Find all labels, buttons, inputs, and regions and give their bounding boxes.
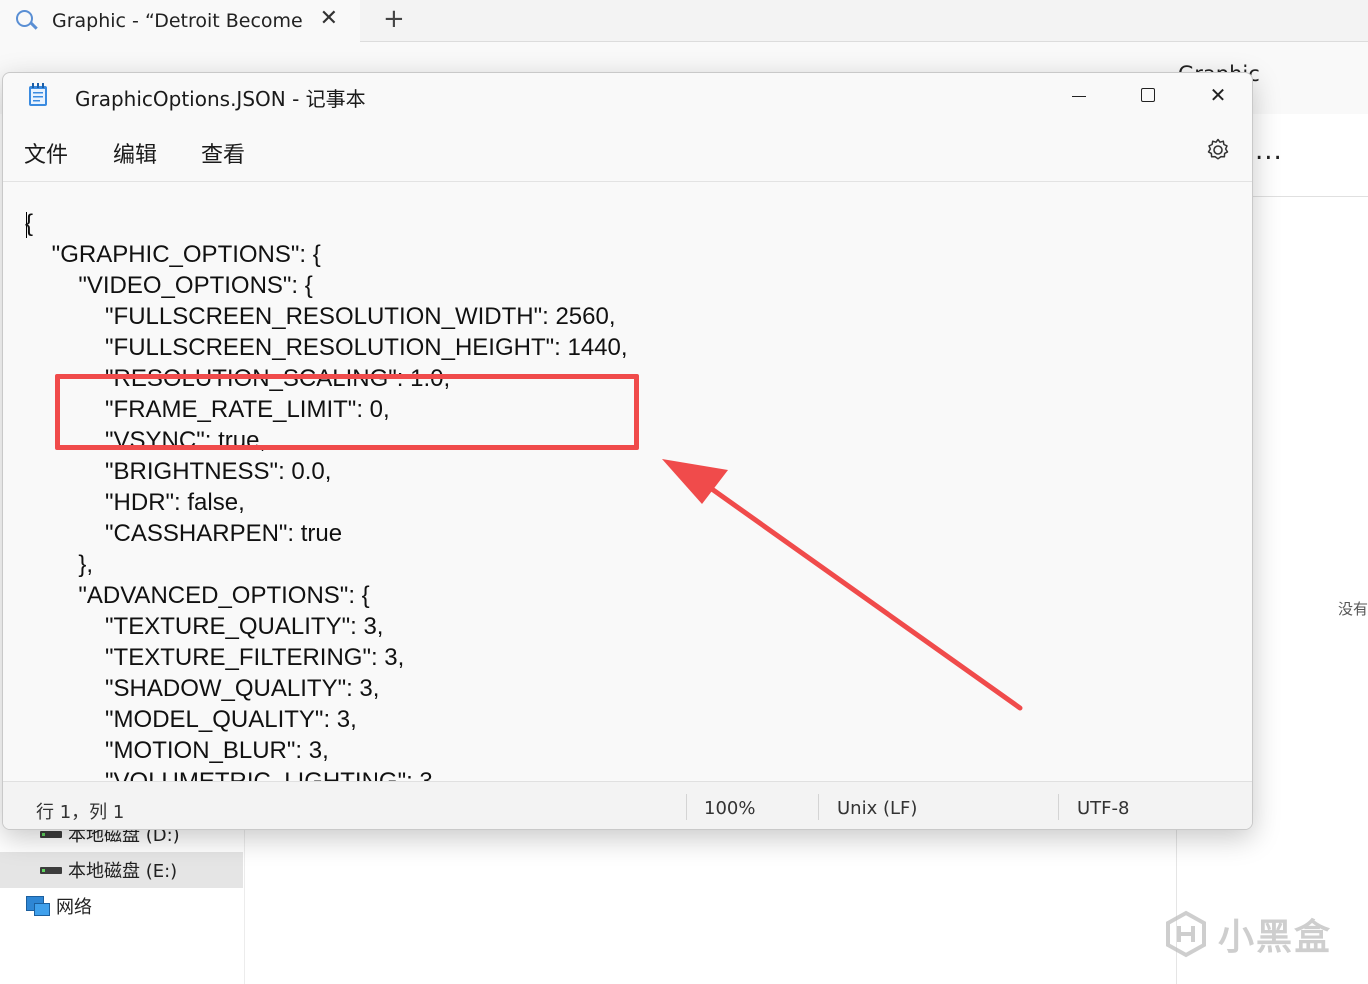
code-line: { [25, 210, 34, 237]
file-content: { "GRAPHIC_OPTIONS": { "VIDEO_OPTIONS": … [25, 208, 628, 781]
encoding[interactable]: UTF-8 [1077, 798, 1129, 819]
code-line: "CASSHARPEN": true [25, 520, 343, 547]
zoom-level[interactable]: 100% [704, 798, 755, 819]
watermark-text: 小黑盒 [1218, 917, 1333, 958]
menu-view[interactable]: 查看 [201, 137, 245, 169]
code-line: "TEXTURE_FILTERING": 3, [25, 644, 405, 671]
search-icon [14, 8, 40, 34]
code-line: "GRAPHIC_OPTIONS": { [25, 241, 321, 268]
menu-bar: 文件 编辑 查看 [3, 129, 1252, 179]
code-line: "BRIGHTNESS": 0.0, [25, 458, 332, 485]
code-line: "MODEL_QUALITY": 3, [25, 706, 357, 733]
code-line: "VOLUMETRIC_LIGHTING": 3, [25, 766, 628, 781]
text-editor[interactable]: { "GRAPHIC_OPTIONS": { "VIDEO_OPTIONS": … [3, 181, 1252, 781]
code-line: "MOTION_BLUR": 3, [25, 737, 329, 764]
code-line: "VIDEO_OPTIONS": { [25, 272, 313, 299]
code-line: "HDR": false, [25, 489, 245, 516]
notepad-window: GraphicOptions.JSON - 记事本 ✕ 文件 编辑 查看 { "… [2, 72, 1253, 830]
browser-tab[interactable]: Graphic - “Detroit Become ✕ [0, 0, 360, 42]
close-button[interactable]: ✕ [1183, 75, 1252, 115]
line-ending[interactable]: Unix (LF) [837, 798, 917, 819]
gear-icon[interactable] [1205, 137, 1231, 163]
drive-icon [40, 830, 62, 838]
status-divider [818, 794, 819, 820]
nav-item-label: 网络 [56, 897, 92, 918]
more-options-button[interactable]: ... [1255, 136, 1283, 166]
code-line: "FULLSCREEN_RESOLUTION_HEIGHT": 1440, [25, 334, 628, 361]
drive-icon [40, 866, 62, 874]
watermark: 小黑盒 [1162, 908, 1332, 960]
nav-item-label: 本地磁盘 (E:) [68, 861, 178, 882]
watermark-logo-icon [1166, 910, 1206, 958]
nav-item-drive-e[interactable]: 本地磁盘 (E:) [0, 852, 243, 888]
status-bar: 行 1，列 1 100% Unix (LF) UTF-8 [3, 781, 1252, 829]
minimize-button[interactable] [1044, 75, 1114, 115]
menu-edit[interactable]: 编辑 [113, 137, 157, 169]
close-tab-icon[interactable]: ✕ [320, 6, 338, 31]
status-divider [686, 794, 687, 820]
code-line: "FULLSCREEN_RESOLUTION_WIDTH": 2560, [25, 303, 616, 330]
code-line: }, [25, 551, 94, 578]
title-bar[interactable]: GraphicOptions.JSON - 记事本 ✕ [3, 73, 1252, 119]
status-divider [1058, 794, 1059, 820]
new-tab-button[interactable]: + [383, 4, 405, 34]
annotation-highlight-box [55, 374, 639, 450]
explorer-divider [1250, 196, 1368, 197]
menu-file[interactable]: 文件 [24, 137, 68, 169]
browser-tab-title: Graphic - “Detroit Become [52, 10, 303, 32]
code-line: "SHADOW_QUALITY": 3, [25, 675, 380, 702]
window-title: GraphicOptions.JSON - 记事本 [75, 87, 366, 111]
empty-folder-text: 没有 [1338, 600, 1368, 618]
nav-item-network[interactable]: 网络 [0, 888, 243, 924]
code-line: "TEXTURE_QUALITY": 3, [25, 613, 384, 640]
code-line: "ADVANCED_OPTIONS": { [25, 582, 370, 609]
maximize-icon [1141, 88, 1155, 102]
network-icon [26, 896, 50, 916]
maximize-button[interactable] [1113, 75, 1183, 115]
notepad-app-icon [29, 83, 47, 106]
explorer-nav-pane: 本地磁盘 (D:) 本地磁盘 (E:) 网络 [0, 825, 245, 984]
cursor-position: 行 1，列 1 [36, 802, 125, 823]
minimize-icon [1072, 95, 1086, 97]
browser-tab-strip: Graphic - “Detroit Become ✕ + [0, 0, 1368, 42]
